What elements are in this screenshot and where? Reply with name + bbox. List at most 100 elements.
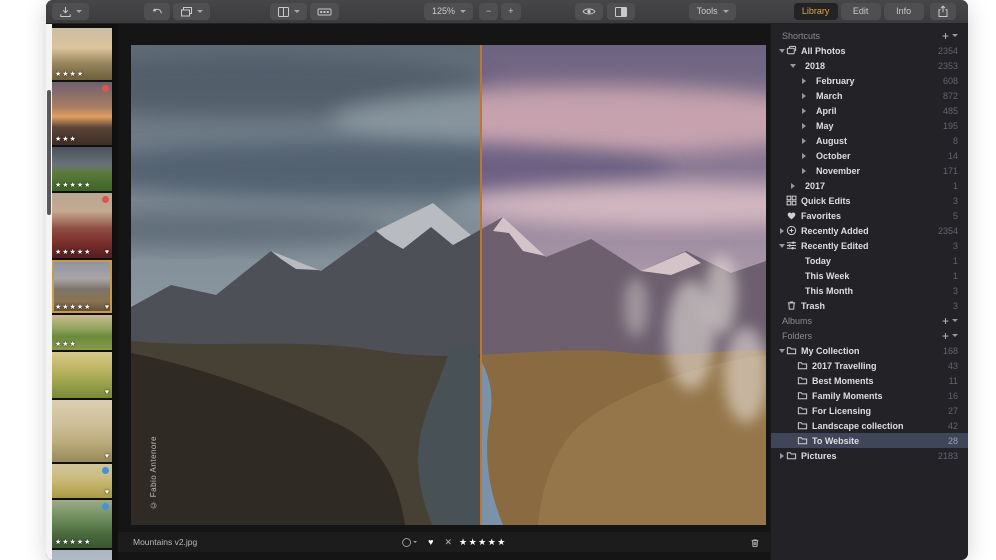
sidebar-item-2017-travelling[interactable]: 2017 Travelling43 <box>771 358 968 373</box>
disclosure-open-icon[interactable] <box>777 49 786 53</box>
disclosure-closed-icon[interactable] <box>799 108 808 114</box>
disclosure-closed-icon[interactable] <box>799 138 808 144</box>
sidebar-item-trash[interactable]: Trash3 <box>771 298 968 313</box>
sidebar-item-favorites[interactable]: Favorites5 <box>771 208 968 223</box>
thumbnail-cypress-flowers[interactable]: ★★★ <box>52 315 112 350</box>
chevron-down-icon[interactable] <box>952 334 958 337</box>
tab-edit[interactable]: Edit <box>841 3 881 20</box>
zoom-level-button[interactable]: 125% <box>424 3 473 20</box>
thumbnail-village-hills[interactable]: ★★★★★ <box>52 500 112 548</box>
sidebar-item-2017[interactable]: 20171 <box>771 178 968 193</box>
favorite-icon[interactable]: ♥ <box>428 537 433 547</box>
sidebar-item-2018[interactable]: 20182353 <box>771 58 968 73</box>
sidebar-item-today[interactable]: Today1 <box>771 253 968 268</box>
chevron-down-icon[interactable] <box>952 319 958 322</box>
thumbnail-golden-hills[interactable]: ♥ <box>52 352 112 398</box>
tools-label: Tools <box>696 7 719 16</box>
color-label-dot-red <box>102 196 109 203</box>
compare-button[interactable] <box>607 3 635 20</box>
undo-button[interactable] <box>144 3 170 20</box>
thumbnail-sky-partial[interactable] <box>52 550 112 560</box>
after-half <box>481 45 766 525</box>
thumbnail-cypress-sunset[interactable]: ★★★ <box>52 82 112 145</box>
thumbnail-foggy-trees[interactable]: ★★★★ <box>52 28 112 80</box>
chevron-down-icon <box>197 10 203 13</box>
split-view-button[interactable] <box>270 3 307 20</box>
disclosure-open-icon[interactable] <box>788 64 797 68</box>
disclosure-closed-icon[interactable] <box>799 153 808 159</box>
sidebar-item-may[interactable]: May 195 <box>771 118 968 133</box>
share-button[interactable] <box>930 3 956 20</box>
preview-eye-button[interactable] <box>575 3 603 20</box>
sidebar-item-to-website[interactable]: To Website28 <box>771 433 968 448</box>
sidebar-item-best-moments[interactable]: Best Moments11 <box>771 373 968 388</box>
filmstrip-scrollbar-thumb[interactable] <box>47 90 51 215</box>
thumbnail-poppy-field[interactable]: ★★★★★♥ <box>52 193 112 258</box>
filmstrip-toggle-button[interactable] <box>310 3 339 20</box>
sidebar-item-my-collection[interactable]: My Collection168 <box>771 343 968 358</box>
eye-icon <box>582 6 596 17</box>
item-count: 3 <box>953 196 958 206</box>
reject-icon[interactable]: ✕ <box>444 537 452 548</box>
trash-icon[interactable] <box>750 536 760 554</box>
item-count: 2354 <box>938 226 958 236</box>
tools-button[interactable]: Tools <box>689 3 736 20</box>
sidebar-item-november[interactable]: November171 <box>771 163 968 178</box>
color-label-icon[interactable] <box>402 538 411 547</box>
sidebar-item-this-month[interactable]: This Month3 <box>771 283 968 298</box>
chevron-down-icon <box>723 10 729 13</box>
sidebar-item-august[interactable]: August8 <box>771 133 968 148</box>
sidebar-item-landscape-collection[interactable]: Landscape collection42 <box>771 418 968 433</box>
disclosure-closed-icon[interactable] <box>777 228 786 234</box>
sidebar-item-for-licensing[interactable]: For Licensing27 <box>771 403 968 418</box>
chevron-down-icon[interactable] <box>413 541 417 543</box>
disclosure-closed-icon[interactable] <box>788 183 797 189</box>
sidebar-item-recently-added[interactable]: Recently Added 2354 <box>771 223 968 238</box>
sidebar-item-family-moments[interactable]: Family Moments16 <box>771 388 968 403</box>
disclosure-open-icon[interactable] <box>777 244 786 248</box>
item-count: 195 <box>943 121 958 131</box>
add-button[interactable]: + <box>942 315 949 327</box>
toolbar: 125% − + Tools Library Edit Info <box>46 0 968 24</box>
zoom-out-button[interactable]: − <box>479 3 498 20</box>
zoom-in-button[interactable]: + <box>501 3 520 20</box>
thumbnail-mountain-valley[interactable]: ★★★★★♥ <box>52 260 112 313</box>
disclosure-closed-icon[interactable] <box>799 78 808 84</box>
tab-info[interactable]: Info <box>884 3 924 20</box>
chevron-down-icon[interactable] <box>952 34 958 37</box>
thumbnail-yellow-flowers[interactable]: ♥ <box>52 464 112 498</box>
before-after-divider[interactable] <box>480 45 482 525</box>
sidebar-item-february[interactable]: February608 <box>771 73 968 88</box>
thumbnail-misty-hills[interactable]: ♥ <box>52 400 112 462</box>
disclosure-closed-icon[interactable] <box>799 123 808 129</box>
sidebar-item-this-week[interactable]: This Week1 <box>771 268 968 283</box>
item-label: October <box>816 151 944 161</box>
disclosure-closed-icon[interactable] <box>799 168 808 174</box>
main-photo[interactable]: © Fabio Antenore <box>131 45 766 525</box>
export-button[interactable] <box>52 3 89 20</box>
sidebar: Shortcuts+All Photos235420182353February… <box>770 24 968 560</box>
sidebar-item-all-photos[interactable]: All Photos2354 <box>771 43 968 58</box>
sidebar-item-recently-edited[interactable]: Recently Edited3 <box>771 238 968 253</box>
item-label: May <box>816 121 939 131</box>
sidebar-item-march[interactable]: March872 <box>771 88 968 103</box>
disclosure-open-icon[interactable] <box>777 349 786 353</box>
sidebar-item-pictures[interactable]: Pictures2183 <box>771 448 968 463</box>
layers-button[interactable] <box>173 3 210 20</box>
disclosure-closed-icon[interactable] <box>777 453 786 459</box>
thumbnail-storm-field[interactable]: ★★★★★ <box>52 147 112 191</box>
sidebar-item-april[interactable]: April485 <box>771 103 968 118</box>
tab-library[interactable]: Library <box>794 3 838 20</box>
folder-icon <box>797 375 812 386</box>
item-label: Recently Added <box>801 226 934 236</box>
footer-star-rating[interactable]: ★★★★★ <box>459 537 507 548</box>
disclosure-closed-icon[interactable] <box>799 93 808 99</box>
trash-icon <box>786 300 801 311</box>
section-title: Albums <box>782 316 942 326</box>
add-button[interactable]: + <box>942 330 949 342</box>
sidebar-item-quick-edits[interactable]: Quick Edits3 <box>771 193 968 208</box>
add-button[interactable]: + <box>942 30 949 42</box>
sidebar-item-october[interactable]: October14 <box>771 148 968 163</box>
item-count: 2183 <box>938 451 958 461</box>
sidebar-tree: Shortcuts+All Photos235420182353February… <box>771 28 968 463</box>
